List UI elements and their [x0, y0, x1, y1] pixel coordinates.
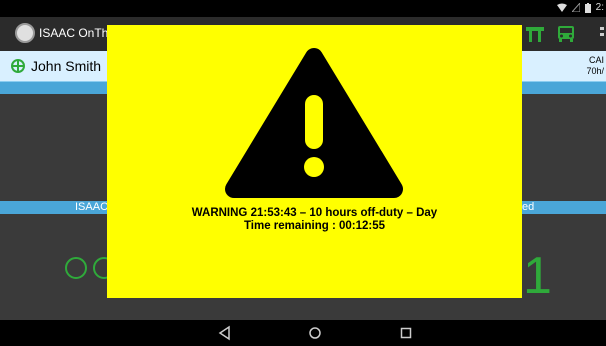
- road-icon[interactable]: [525, 25, 545, 43]
- driver-name[interactable]: John Smith: [31, 58, 101, 74]
- recents-icon[interactable]: [398, 325, 414, 341]
- status-label-left: ISAAC: [75, 201, 109, 213]
- clock-circle: [65, 257, 87, 279]
- cycle-hours: 70h/: [586, 66, 604, 76]
- truck-icon[interactable]: [556, 25, 576, 43]
- warning-dialog[interactable]: WARNING 21:53:43 – 10 hours off-duty – D…: [107, 25, 522, 298]
- cycle-label: CAI: [588, 55, 604, 65]
- warning-line1: WARNING 21:53:43 – 10 hours off-duty – D…: [191, 207, 438, 219]
- more-icon[interactable]: [598, 25, 606, 43]
- back-icon[interactable]: [217, 325, 233, 341]
- battery-icon: [584, 2, 591, 13]
- status-bar: 2:: [0, 0, 606, 17]
- cycle-info: CAI 70h/: [586, 55, 604, 77]
- clock-text: 2:: [595, 2, 604, 13]
- warning-line2: Time remaining : 00:12:55: [243, 220, 386, 232]
- home-icon[interactable]: [307, 325, 323, 341]
- status-icons: 2:: [556, 2, 604, 13]
- wifi-icon: [556, 3, 567, 12]
- app-logo-icon: [15, 23, 35, 43]
- warning-triangle-icon: [225, 48, 403, 198]
- driver-add-icon[interactable]: [11, 59, 25, 73]
- status-label-right: ed: [522, 201, 535, 213]
- signal-icon: [571, 3, 580, 12]
- warning-message: WARNING 21:53:43 – 10 hours off-duty – D…: [107, 207, 522, 233]
- nav-bar: [0, 320, 606, 346]
- clock-digit: 1: [523, 247, 552, 305]
